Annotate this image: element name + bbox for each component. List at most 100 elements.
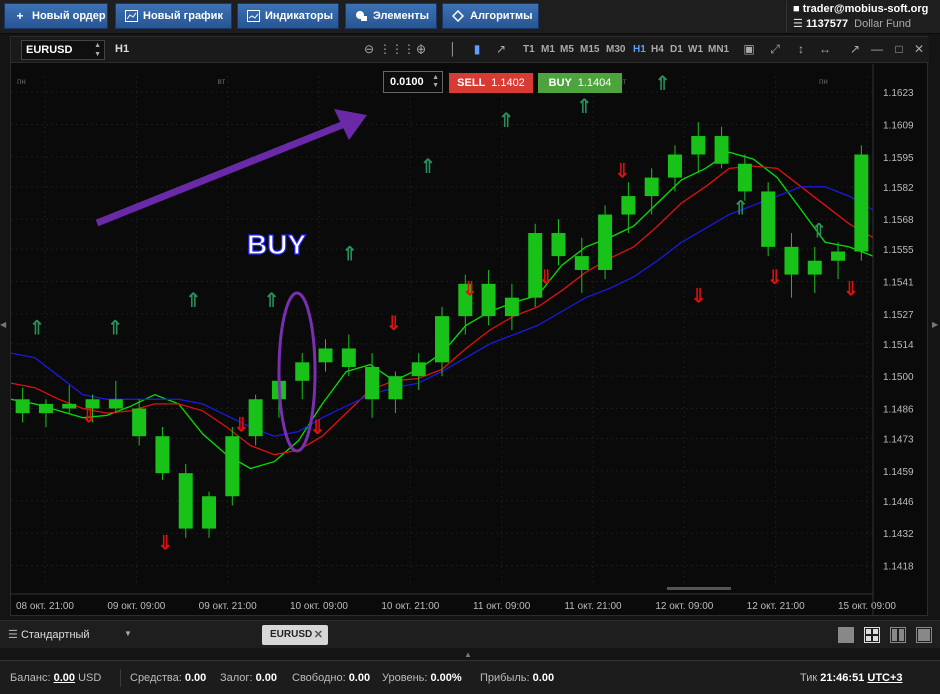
tf-m15[interactable]: M15: [580, 44, 599, 55]
popout-icon[interactable]: ↗: [847, 41, 863, 57]
candle-body: [481, 283, 496, 317]
indicators-button[interactable]: Индикаторы: [237, 3, 339, 29]
line-chart-icon[interactable]: ↗: [493, 41, 509, 57]
tf-m30[interactable]: M30: [606, 44, 625, 55]
account-info[interactable]: ■ trader@mobius-soft.org ☰ 1137577 Dollar…: [786, 1, 934, 33]
zoom-in-icon[interactable]: ⊕: [413, 41, 429, 57]
candle-body: [621, 196, 636, 215]
sell-signal-arrow-icon: ⇓: [157, 530, 174, 554]
candle-body: [574, 256, 589, 270]
spinner-icon: ▲ ▼: [94, 42, 101, 58]
bar-chart-icon[interactable]: │: [445, 41, 461, 57]
balance-label: Баланс:: [10, 672, 51, 684]
elements-button[interactable]: Элементы: [345, 3, 437, 29]
timezone-value[interactable]: UTC+3: [867, 672, 902, 684]
lot-size-input[interactable]: 0.0100 ▲ ▼: [383, 71, 443, 93]
buy-label: BUY: [548, 77, 572, 89]
fullscreen-icon[interactable]: ⤢: [767, 41, 783, 57]
user-email: trader@mobius-soft.org: [802, 3, 929, 15]
layout-selector[interactable]: ☰ Стандартный ▼: [8, 628, 134, 641]
candle-body: [225, 436, 240, 497]
zoom-out-icon[interactable]: ⊖: [361, 41, 377, 57]
minimize-icon[interactable]: ―: [869, 41, 885, 57]
balance-value[interactable]: 0.00: [54, 672, 75, 684]
new-order-button[interactable]: + Новый ордер: [4, 3, 108, 29]
tf-m5[interactable]: M5: [560, 44, 574, 55]
y-tick-label: 1.1473: [883, 435, 914, 446]
layout-single-icon[interactable]: [838, 627, 854, 643]
layout-rows-icon[interactable]: [916, 627, 932, 643]
candle-chart-icon[interactable]: ▮: [469, 41, 485, 57]
candle-body: [15, 399, 30, 414]
zoom-slider-icon[interactable]: ⋮⋮⋮⋮: [379, 41, 427, 57]
free-item: Свободно: 0.00: [292, 672, 370, 684]
indicator-icon: [246, 9, 260, 23]
y-tick-label: 1.1595: [883, 153, 914, 164]
diamond-icon: [451, 9, 465, 23]
sell-signal-arrow-icon: ⇓: [538, 265, 555, 289]
layout-columns-icon[interactable]: [890, 627, 906, 643]
algorithms-button[interactable]: Алгоритмы: [442, 3, 539, 29]
tf-h1[interactable]: H1: [633, 44, 646, 55]
tick-label: Тик: [800, 672, 818, 684]
buy-signal-arrow-icon: ⇑: [29, 316, 46, 340]
close-tab-icon[interactable]: ✕: [314, 625, 323, 645]
candle-body: [737, 163, 752, 192]
chevron-down-icon: ▼: [124, 629, 132, 638]
buy-signal-arrow-icon: ⇑: [576, 94, 593, 118]
free-value: 0.00: [348, 672, 371, 684]
left-panel-toggle-icon[interactable]: ◀: [0, 320, 8, 334]
user-icon: ■: [793, 3, 800, 15]
x-tick-label: 08 окт. 21:00: [16, 601, 74, 612]
tf-w1[interactable]: W1: [688, 44, 703, 55]
symbol-selector[interactable]: EURUSD ▲ ▼: [21, 40, 105, 60]
right-panel-toggle-icon[interactable]: ▶: [932, 320, 940, 334]
day-label: пн: [819, 77, 828, 86]
trend-arrow-line[interactable]: [95, 119, 349, 227]
tf-m1[interactable]: M1: [541, 44, 555, 55]
indicators-label: Индикаторы: [265, 10, 333, 22]
tf-t1[interactable]: T1: [523, 44, 535, 55]
layout-menu-icon: ☰: [8, 629, 18, 641]
panel-collapse-icon[interactable]: ▲: [464, 650, 472, 659]
candle-body: [854, 154, 869, 252]
close-icon[interactable]: ✕: [911, 41, 927, 57]
buy-signal-arrow-icon: ⇑: [811, 219, 828, 243]
balance-item: Баланс: 0.00 USD: [10, 672, 101, 684]
candle-body: [761, 191, 776, 247]
edit-icon[interactable]: ▣: [741, 41, 757, 57]
chart-icon: [124, 9, 138, 23]
maximize-icon[interactable]: □: [891, 41, 907, 57]
chart-tab-eurusd[interactable]: EURUSD ✕: [262, 625, 328, 645]
profit-value: 0.00: [532, 672, 555, 684]
candle-body: [365, 366, 380, 400]
sell-button[interactable]: SELL 1.1402: [449, 73, 533, 93]
new-chart-button[interactable]: Новый график: [115, 3, 232, 29]
horizontal-resize-icon[interactable]: ↔: [817, 41, 833, 57]
free-label: Свободно:: [292, 672, 346, 684]
y-tick-label: 1.1500: [883, 372, 914, 383]
tf-d1[interactable]: D1: [670, 44, 683, 55]
x-tick-label: 11 окт. 09:00: [473, 601, 531, 612]
level-label: Уровень:: [382, 672, 428, 684]
tf-mn1[interactable]: MN1: [708, 44, 729, 55]
plus-icon: +: [16, 9, 24, 23]
buy-annotation[interactable]: BUY: [246, 228, 307, 260]
sell-signal-arrow-icon: ⇓: [81, 403, 98, 427]
horizontal-scrollbar[interactable]: [667, 587, 731, 590]
algorithms-label: Алгоритмы: [470, 10, 533, 22]
candle-body: [411, 362, 426, 377]
buy-price: 1.1404: [577, 77, 612, 89]
sell-signal-arrow-icon: ⇓: [766, 265, 783, 289]
menu-icon: ☰: [793, 18, 803, 30]
margin-value: 0.00: [255, 672, 277, 684]
price-chart[interactable]: ⇑ ⇑⇑ ⇑⇑⇑⇑⇑⇑⇑⇑⇓⇓⇓ ⇓⇓⇓ ⇓⇓⇓⇓ ⇓ 1.16231.16091.159…: [11, 64, 927, 615]
elements-label: Элементы: [373, 10, 430, 22]
x-tick-label: 10 окт. 09:00: [290, 601, 348, 612]
layout-grid-icon[interactable]: [864, 627, 880, 643]
tf-h4[interactable]: H4: [651, 44, 664, 55]
y-tick-label: 1.1555: [883, 245, 914, 256]
x-tick-label: 12 окт. 09:00: [655, 601, 713, 612]
buy-button[interactable]: BUY 1.1404: [538, 73, 622, 93]
vertical-resize-icon[interactable]: ↕: [793, 41, 809, 57]
